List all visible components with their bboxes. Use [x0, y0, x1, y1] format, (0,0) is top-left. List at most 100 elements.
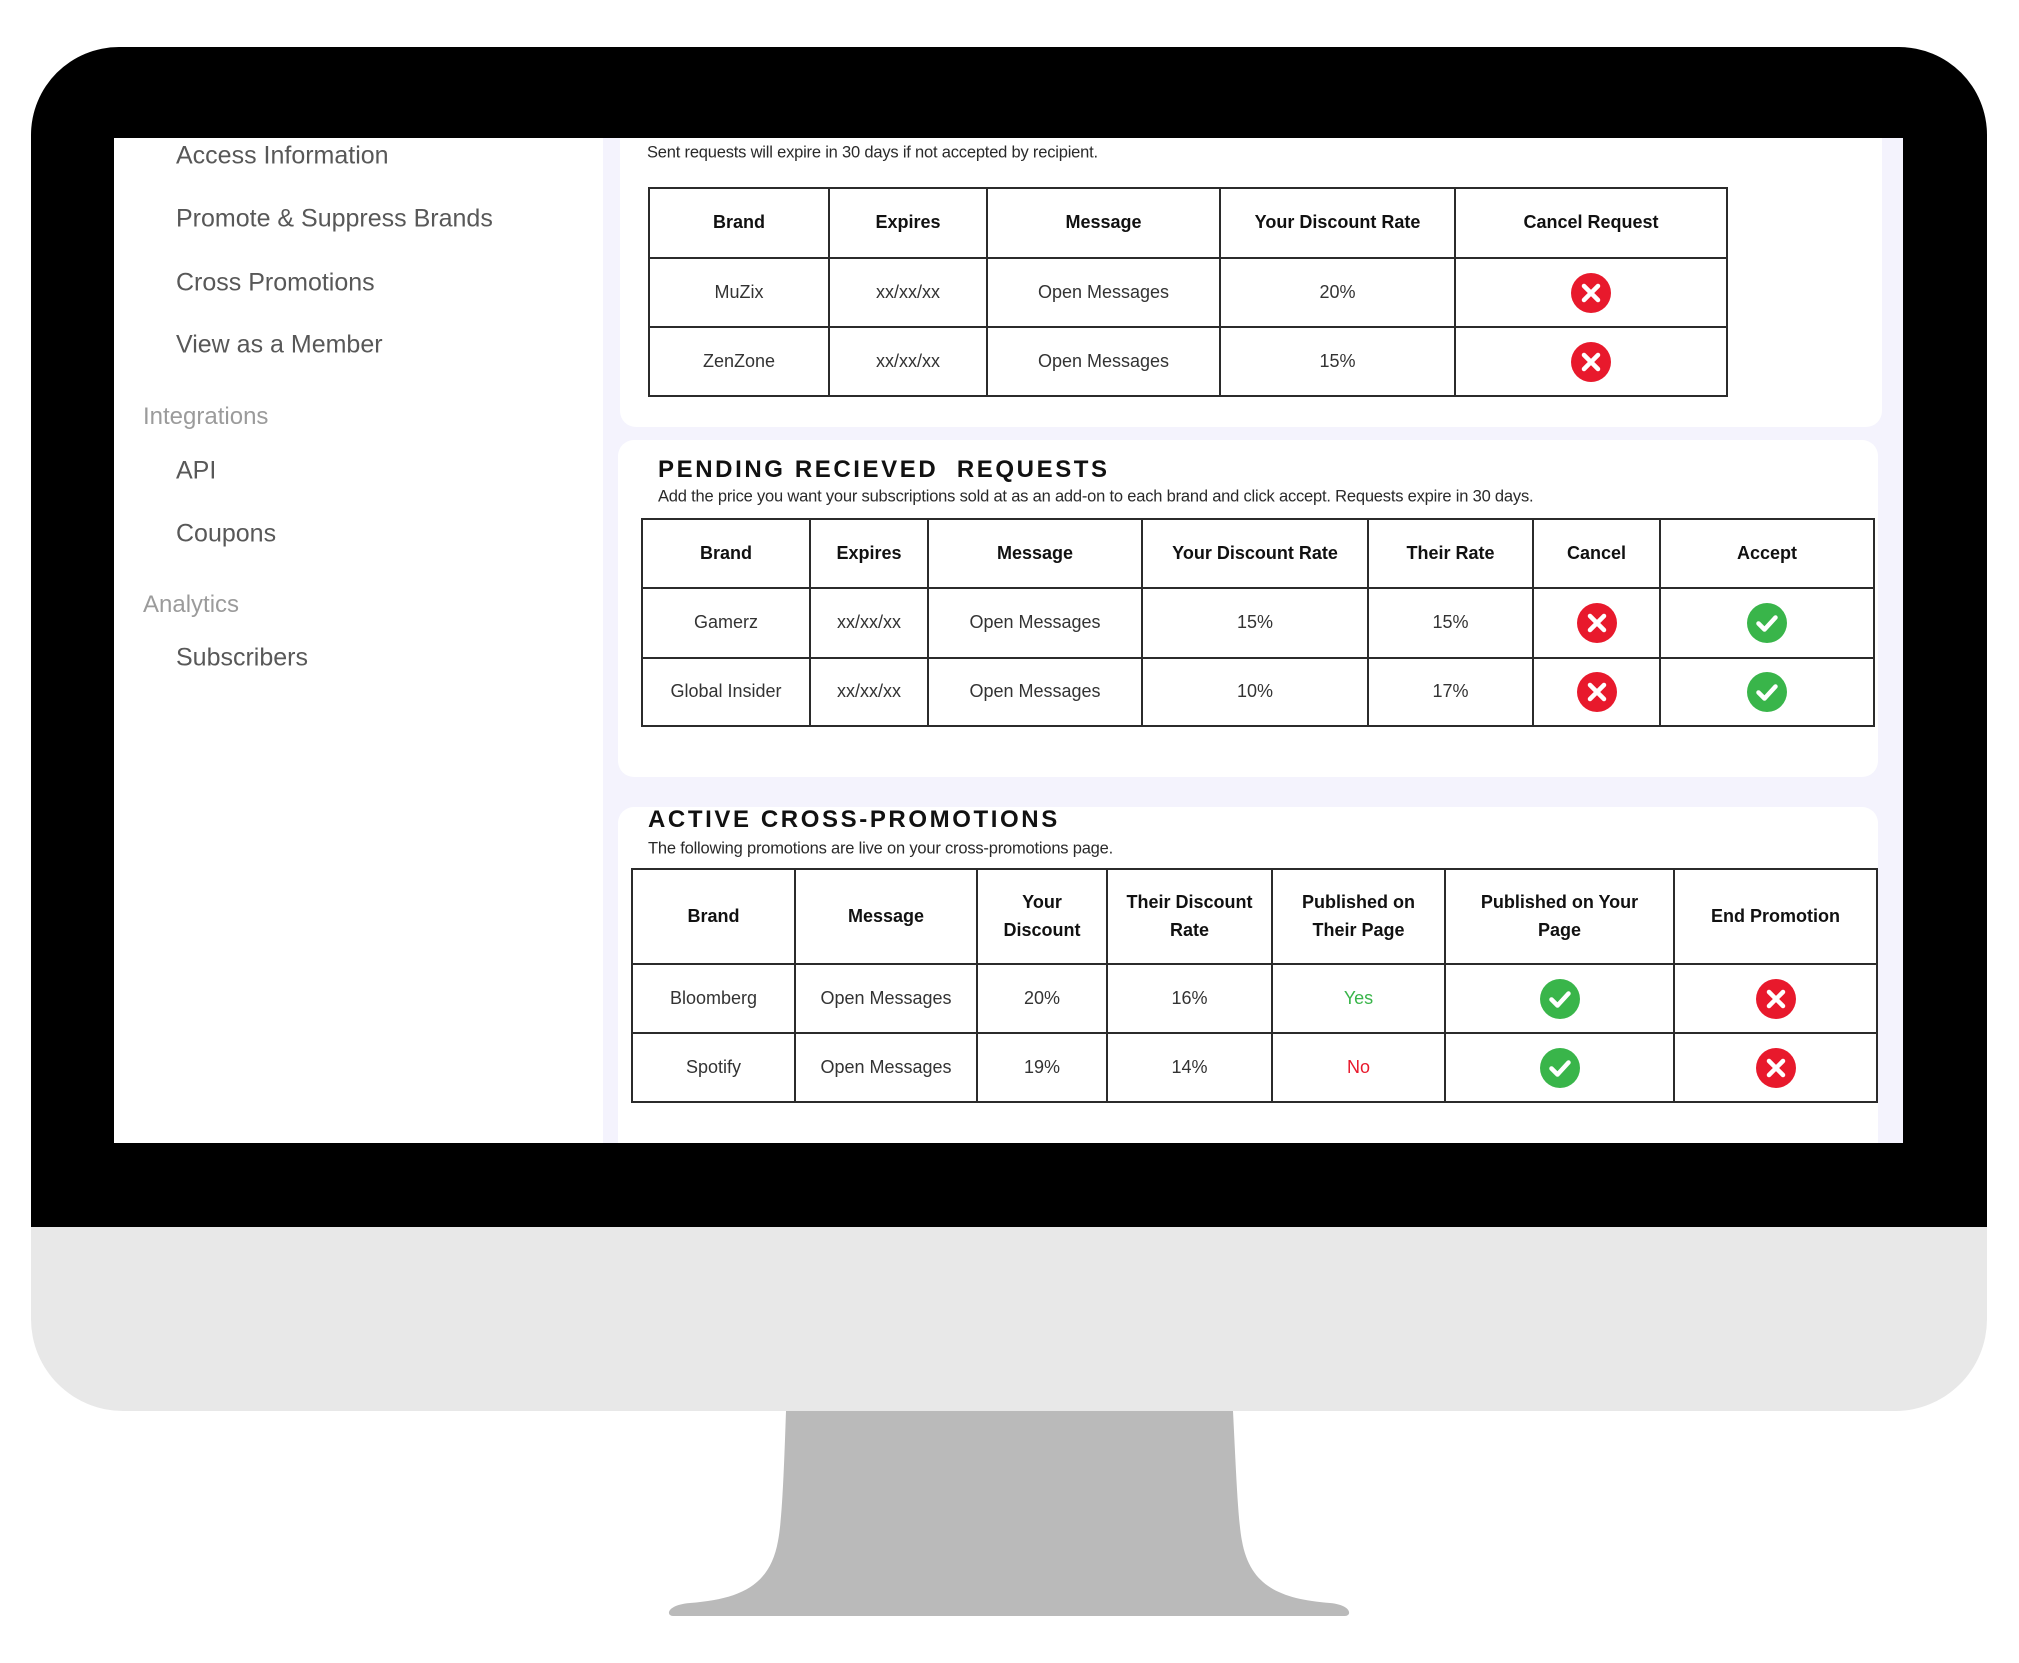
table-header-row: Brand Message Your Discount Their Discou…	[631, 868, 1878, 965]
active-cross-promotions-table: Brand Message Your Discount Their Discou…	[631, 868, 1878, 1103]
discount-cell: 20%	[1219, 257, 1456, 328]
published-your-page-cell	[1444, 1032, 1675, 1103]
end-promotion-icon	[1766, 1058, 1785, 1077]
end-promotion-button[interactable]	[1755, 1047, 1796, 1088]
their-discount-cell: 14%	[1106, 1032, 1273, 1103]
accept-check-icon	[1756, 684, 1778, 701]
accept-button[interactable]	[1747, 603, 1787, 643]
column-header: Your Discount Rate	[1141, 518, 1369, 589]
sent-requests-subtitle: Sent requests will expire in 30 days if …	[647, 143, 1098, 162]
pending-received-title: PENDING RECIEVED REQUESTS	[658, 456, 1110, 483]
cancel-icon	[1587, 613, 1606, 633]
sidebar-section-integrations: Integrations	[143, 403, 269, 430]
sent-requests-table: Brand Expires Message Your Discount Rate…	[648, 187, 1728, 397]
brand-cell: Gamerz	[641, 587, 811, 659]
published-their-page-status: No	[1271, 1032, 1446, 1103]
their-rate-cell: 15%	[1367, 587, 1534, 659]
expires-cell: xx/xx/xx	[828, 257, 988, 328]
sidebar-item-subscribers[interactable]: Subscribers	[176, 644, 308, 673]
column-header: Expires	[809, 518, 929, 589]
published-your-page-cell	[1444, 963, 1675, 1034]
column-header: Message	[986, 187, 1221, 259]
column-header: Expires	[828, 187, 988, 259]
sidebar-item-api[interactable]: API	[176, 457, 216, 486]
sidebar-item-coupons[interactable]: Coupons	[176, 520, 276, 549]
check-icon	[1548, 990, 1571, 1008]
cancel-cell	[1532, 657, 1661, 727]
expires-cell: xx/xx/xx	[828, 326, 988, 397]
cancel-cell	[1454, 257, 1728, 328]
table-row: MuZix xx/xx/xx Open Messages 20%	[648, 257, 1728, 328]
screen: Access Information Promote & Suppress Br…	[114, 138, 1903, 1143]
published-their-page-status: Yes	[1271, 963, 1446, 1034]
brand-cell: Global Insider	[641, 657, 811, 727]
cancel-request-button[interactable]	[1571, 341, 1611, 382]
table-row: Bloomberg Open Messages 20% 16% Yes	[631, 963, 1878, 1034]
active-cross-promotions-title: ACTIVE CROSS-PROMOTIONS	[648, 806, 1060, 833]
sidebar: Access Information Promote & Suppress Br…	[114, 138, 603, 1143]
cancel-cell	[1454, 326, 1728, 397]
table-row: Spotify Open Messages 19% 14% No	[631, 1032, 1878, 1103]
table-row: ZenZone xx/xx/xx Open Messages 15%	[648, 326, 1728, 397]
cancel-icon	[1587, 682, 1606, 702]
end-promotion-cell	[1673, 963, 1878, 1034]
column-header: Your Discount	[976, 868, 1108, 965]
column-header: Brand	[641, 518, 811, 589]
monitor-chin	[31, 1227, 1987, 1411]
column-header: Cancel Request	[1454, 187, 1728, 259]
check-icon	[1548, 1059, 1571, 1077]
column-header: Accept	[1659, 518, 1875, 589]
table-header-row: Brand Expires Message Your Discount Rate…	[641, 518, 1875, 589]
message-cell: Open Messages	[927, 657, 1143, 727]
end-promotion-button[interactable]	[1755, 978, 1796, 1019]
cancel-button[interactable]	[1576, 603, 1617, 643]
expires-cell: xx/xx/xx	[809, 587, 929, 659]
cancel-request-button[interactable]	[1571, 272, 1611, 313]
column-header: End Promotion	[1673, 868, 1878, 965]
sidebar-item-access-information[interactable]: Access Information	[176, 142, 389, 171]
message-cell: Open Messages	[794, 963, 978, 1034]
cancel-button[interactable]	[1576, 672, 1617, 712]
pending-received-subtitle: Add the price you want your subscription…	[658, 487, 1534, 506]
sidebar-item-promote-suppress-brands[interactable]: Promote & Suppress Brands	[176, 205, 493, 234]
message-cell: Open Messages	[794, 1032, 978, 1103]
message-cell: Open Messages	[986, 326, 1221, 397]
cancel-icon	[1581, 352, 1601, 371]
table-row: Gamerz xx/xx/xx Open Messages 15% 15%	[641, 587, 1875, 659]
discount-cell: 15%	[1219, 326, 1456, 397]
your-discount-cell: 20%	[976, 963, 1108, 1034]
sent-requests-card: Sent requests will expire in 30 days if …	[620, 138, 1882, 427]
pending-received-table: Brand Expires Message Your Discount Rate…	[641, 518, 1875, 727]
active-cross-promotions-card: ACTIVE CROSS-PROMOTIONS The following pr…	[618, 806, 1878, 1143]
accept-check-icon	[1756, 615, 1778, 632]
end-promotion-icon	[1766, 989, 1785, 1008]
your-discount-cell: 19%	[976, 1032, 1108, 1103]
cancel-cell	[1532, 587, 1661, 659]
accept-button[interactable]	[1747, 672, 1787, 712]
accept-cell	[1659, 587, 1875, 659]
their-rate-cell: 17%	[1367, 657, 1534, 727]
column-header: Published on Your Page	[1444, 868, 1675, 965]
sidebar-item-cross-promotions[interactable]: Cross Promotions	[176, 269, 375, 298]
active-cross-promotions-subtitle: The following promotions are live on you…	[648, 839, 1114, 858]
column-header: Published on Their Page	[1271, 868, 1446, 965]
pending-received-card: PENDING RECIEVED REQUESTS Add the price …	[618, 440, 1878, 777]
sidebar-section-analytics: Analytics	[143, 591, 240, 618]
column-header: Their Rate	[1367, 518, 1534, 589]
message-cell: Open Messages	[986, 257, 1221, 328]
published-your-page-status	[1539, 1047, 1580, 1088]
accept-cell	[1659, 657, 1875, 727]
column-header: Message	[927, 518, 1143, 589]
brand-cell: Bloomberg	[631, 963, 796, 1034]
brand-cell: MuZix	[648, 257, 830, 328]
column-header: Brand	[648, 187, 830, 259]
column-header: Cancel	[1532, 518, 1661, 589]
cancel-icon	[1581, 283, 1601, 302]
column-header: Brand	[631, 868, 796, 965]
column-header: Their Discount Rate	[1106, 868, 1273, 965]
discount-cell: 15%	[1141, 587, 1369, 659]
monitor-stand	[668, 1411, 1350, 1616]
table-header-row: Brand Expires Message Your Discount Rate…	[648, 187, 1728, 259]
sidebar-item-view-as-member[interactable]: View as a Member	[176, 331, 383, 360]
discount-cell: 10%	[1141, 657, 1369, 727]
